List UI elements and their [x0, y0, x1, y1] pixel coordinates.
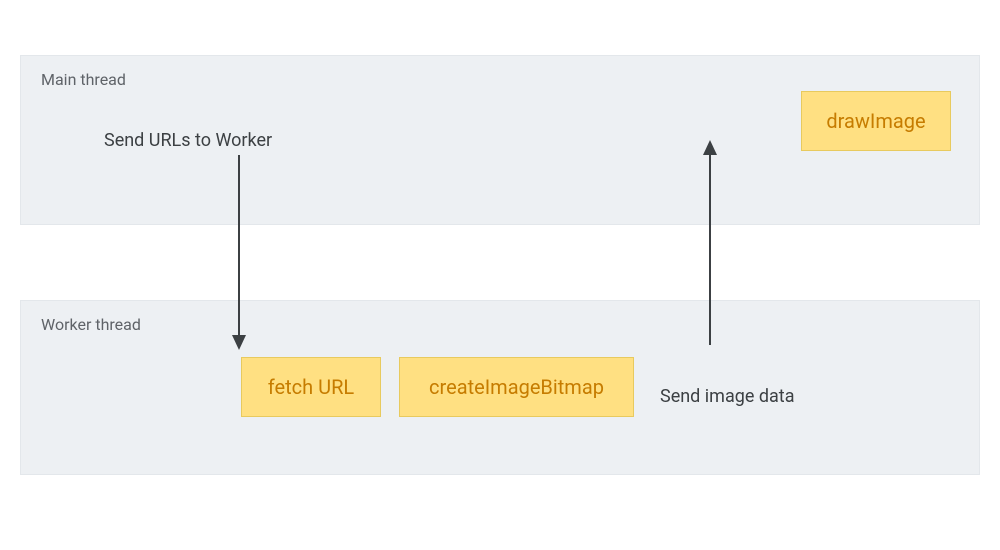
main-thread-label: Main thread — [41, 70, 126, 89]
arrow-down-icon — [229, 155, 249, 350]
fetch-url-box: fetch URL — [241, 357, 381, 417]
worker-thread-panel: Worker thread fetch URL createImageBitma… — [20, 300, 980, 475]
create-image-bitmap-box: createImageBitmap — [399, 357, 634, 417]
arrow-up-icon — [700, 140, 720, 345]
send-urls-annotation: Send URLs to Worker — [104, 130, 272, 151]
worker-thread-label: Worker thread — [41, 315, 141, 334]
send-image-data-annotation: Send image data — [660, 386, 794, 407]
drawimage-box: drawImage — [801, 91, 951, 151]
